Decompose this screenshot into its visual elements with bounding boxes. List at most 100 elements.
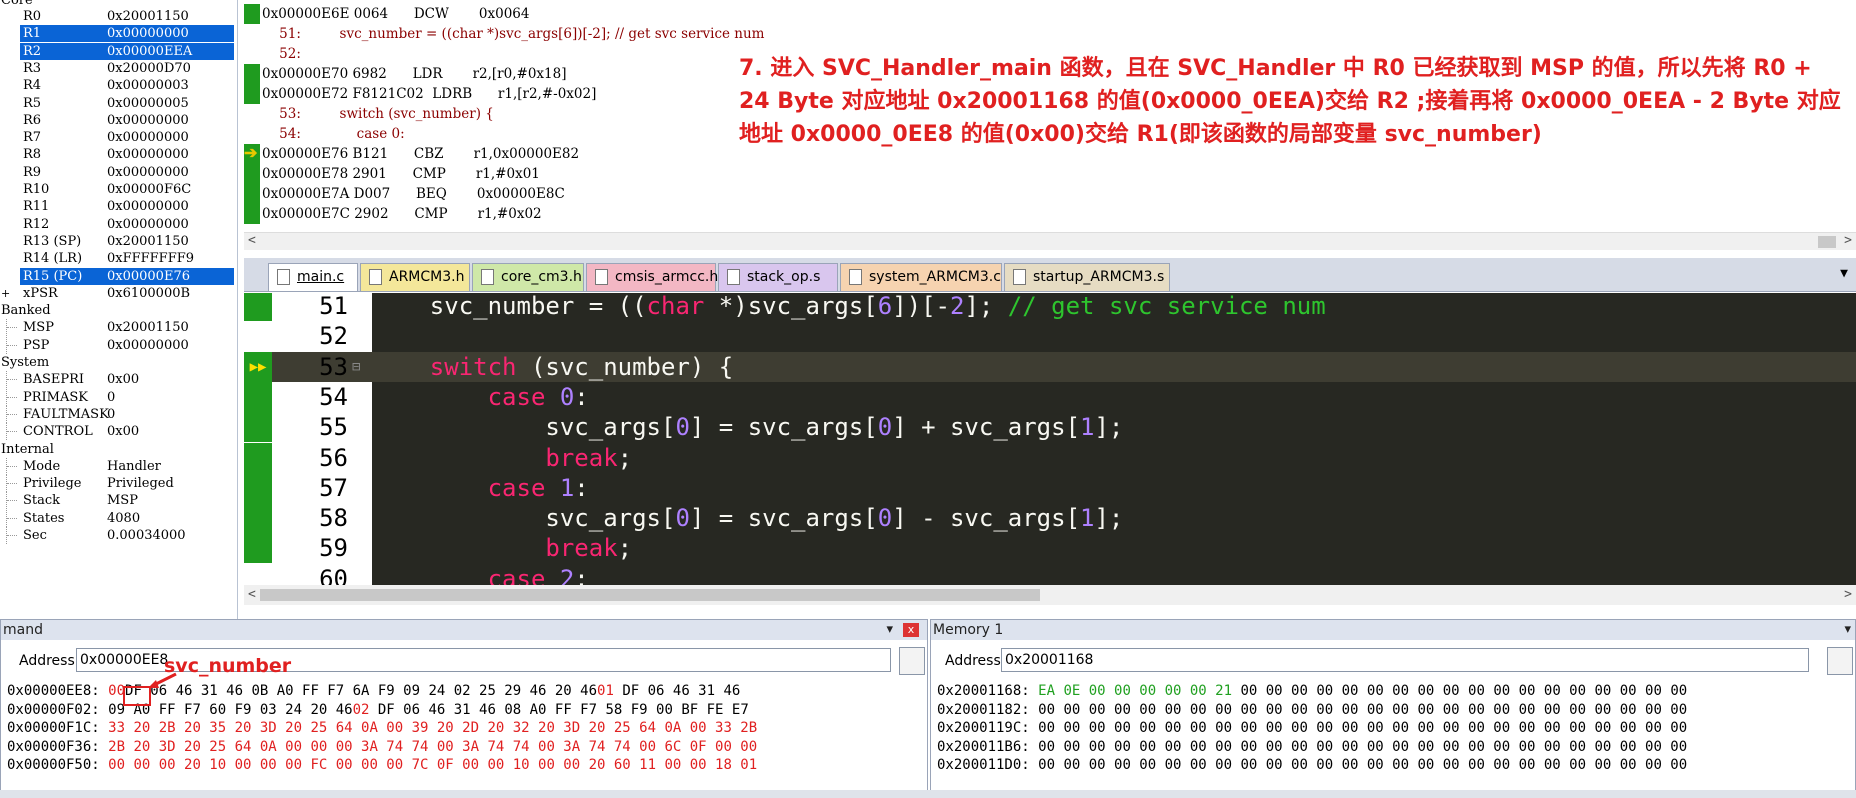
- tab-armcm3-h[interactable]: ARMCM3.h: [360, 263, 470, 291]
- editor-line[interactable]: 59 break;: [244, 533, 1856, 564]
- register-value[interactable]: Privileged: [107, 475, 174, 492]
- register-row[interactable]: R5 0x00000005: [0, 95, 236, 112]
- disassembly-line[interactable]: 0x00000E70 6982 LDR r2,[r0,#0x18]: [262, 64, 566, 84]
- memory-row[interactable]: 0x20001168: EA 0E 00 00 00 00 00 21 00 0…: [937, 682, 1687, 700]
- scroll-right-icon[interactable]: >: [1844, 233, 1852, 248]
- register-row[interactable]: PSP 0x00000000: [0, 336, 236, 354]
- code-editor[interactable]: 51 svc_number = ((char *)svc_args[6])[-2…: [244, 293, 1856, 585]
- lock-icon[interactable]: [1827, 647, 1853, 675]
- disassembly-scrollbar[interactable]: < >: [244, 232, 1856, 250]
- register-value[interactable]: 0x20001150: [107, 319, 189, 336]
- tab-main-c[interactable]: main.c: [268, 263, 358, 291]
- register-value[interactable]: 0x20001150: [107, 233, 189, 250]
- register-value[interactable]: 0x00000000: [107, 198, 189, 215]
- scroll-left-icon[interactable]: <: [248, 587, 256, 602]
- register-row[interactable]: + xPSR 0x6100000B: [0, 285, 236, 302]
- register-value[interactable]: 0x00000000: [107, 129, 189, 146]
- register-value[interactable]: 0x00: [107, 371, 139, 388]
- memory-row[interactable]: 0x00000F36: 2B 20 3D 20 25 64 0A 00 00 0…: [7, 738, 757, 756]
- register-value[interactable]: 0x6100000B: [107, 285, 190, 302]
- register-row[interactable]: R3 0x20000D70: [0, 60, 236, 77]
- scroll-thumb[interactable]: [260, 589, 1040, 601]
- register-row[interactable]: BASEPRI 0x00: [0, 371, 236, 389]
- memory-row[interactable]: 0x00000F1C: 33 20 2B 20 35 20 3D 20 25 6…: [7, 719, 757, 737]
- register-group-header[interactable]: Internal: [0, 441, 236, 458]
- register-row[interactable]: Mode Handler: [0, 457, 236, 475]
- editor-line[interactable]: 58 svc_args[0] = svc_args[0] - svc_args[…: [244, 503, 1856, 534]
- memory-row[interactable]: 0x200011D0: 00 00 00 00 00 00 00 00 00 0…: [937, 756, 1687, 774]
- memory-row[interactable]: 0x2000119C: 00 00 00 00 00 00 00 00 00 0…: [937, 719, 1687, 737]
- register-row[interactable]: Privilege Privileged: [0, 475, 236, 493]
- memory-row[interactable]: 0x00000F02: 09 A0 FF F7 60 F9 03 24 20 4…: [7, 701, 749, 719]
- editor-scrollbar[interactable]: < >: [244, 585, 1856, 605]
- address-input[interactable]: 0x20001168: [1001, 648, 1809, 672]
- register-value[interactable]: 0x00000000: [104, 25, 234, 43]
- tab-system-armcm3-c[interactable]: system_ARMCM3.c: [840, 263, 1002, 291]
- pin-icon[interactable]: ▾: [1844, 620, 1851, 640]
- lock-icon[interactable]: [899, 647, 925, 675]
- disassembly-line[interactable]: 0x00000E76 B121 CBZ r1,0x00000E82: [262, 144, 579, 164]
- register-row[interactable]: R1 0x00000000: [0, 25, 236, 43]
- fold-icon[interactable]: ⊟: [352, 352, 360, 382]
- register-row[interactable]: FAULTMASK 0: [0, 405, 236, 423]
- register-row[interactable]: R4 0x00000003: [0, 77, 236, 94]
- editor-line[interactable]: ▶▶ ⊟ 53 switch (svc_number) {: [244, 351, 1856, 382]
- disassembly-line[interactable]: 0x00000E72 F8121C02 LDRB r1,[r2,#-0x02]: [262, 84, 596, 104]
- register-value[interactable]: 0xFFFFFFF9: [107, 250, 194, 267]
- register-row[interactable]: Stack MSP: [0, 492, 236, 510]
- register-value[interactable]: 0x00000000: [107, 146, 189, 163]
- register-value[interactable]: MSP: [107, 492, 138, 509]
- register-value[interactable]: 0x20000D70: [107, 60, 191, 77]
- register-row[interactable]: R14 (LR) 0xFFFFFFF9: [0, 250, 236, 267]
- editor-line[interactable]: 51 svc_number = ((char *)svc_args[6])[-2…: [244, 293, 1856, 321]
- disassembly-line[interactable]: 0x00000E7C 2902 CMP r1,#0x02: [262, 204, 542, 224]
- register-value[interactable]: 0x00: [107, 423, 139, 440]
- register-value[interactable]: 0x00000000: [107, 337, 189, 354]
- register-value[interactable]: 0x00000EEA: [104, 42, 234, 60]
- register-value[interactable]: Handler: [107, 458, 161, 475]
- register-row[interactable]: R9 0x00000000: [0, 164, 236, 181]
- register-value[interactable]: 0x00000000: [107, 216, 189, 233]
- register-row[interactable]: PRIMASK 0: [0, 388, 236, 406]
- close-icon[interactable]: x: [903, 623, 919, 637]
- disassembly-line[interactable]: 0x00000E78 2901 CMP r1,#0x01: [262, 164, 540, 184]
- register-value[interactable]: 0.00034000: [107, 527, 186, 544]
- memory-row[interactable]: 0x00000F50: 00 00 00 20 10 00 00 00 FC 0…: [7, 756, 757, 774]
- scroll-thumb[interactable]: [1818, 236, 1836, 248]
- memory-row[interactable]: 0x00000EE8: 00DF 06 46 31 46 0B A0 FF F7…: [7, 682, 740, 700]
- register-row[interactable]: R6 0x00000000: [0, 112, 236, 129]
- tab-core-cm3-h[interactable]: core_cm3.h: [472, 263, 584, 291]
- memory-row[interactable]: 0x200011B6: 00 00 00 00 00 00 00 00 00 0…: [937, 738, 1687, 756]
- register-row[interactable]: States 4080: [0, 509, 236, 527]
- register-value[interactable]: 0x00000000: [107, 164, 189, 181]
- editor-line[interactable]: 54 case 0:: [244, 381, 1856, 412]
- tab-dropdown-icon[interactable]: ▼: [1840, 266, 1848, 281]
- scroll-right-icon[interactable]: >: [1844, 587, 1852, 602]
- register-value[interactable]: 4080: [107, 510, 140, 527]
- disassembly-line[interactable]: 53: switch (svc_number) {: [262, 104, 494, 124]
- register-row[interactable]: R10 0x00000F6C: [0, 181, 236, 198]
- register-value[interactable]: 0x20001150: [107, 8, 189, 25]
- register-row[interactable]: R7 0x00000000: [0, 129, 236, 146]
- register-value[interactable]: 0: [107, 389, 115, 406]
- tab-startup-armcm3-s[interactable]: startup_ARMCM3.s: [1004, 263, 1170, 291]
- scroll-left-icon[interactable]: <: [248, 233, 256, 248]
- register-group-header[interactable]: Banked: [0, 302, 236, 319]
- register-value[interactable]: 0x00000F6C: [107, 181, 191, 198]
- register-value[interactable]: 0x00000005: [107, 95, 189, 112]
- tab-stack-op-s[interactable]: stack_op.s: [718, 263, 838, 291]
- disassembly-line[interactable]: 51: svc_number = ((char *)svc_args[6])[-…: [262, 24, 764, 44]
- editor-line[interactable]: 52: [244, 321, 1856, 351]
- register-row[interactable]: Sec 0.00034000: [0, 527, 236, 544]
- register-row[interactable]: R13 (SP) 0x20001150: [0, 233, 236, 250]
- memory-row[interactable]: 0x20001182: 00 00 00 00 00 00 00 00 00 0…: [937, 701, 1687, 719]
- expand-icon[interactable]: +: [1, 285, 10, 302]
- register-row[interactable]: R8 0x00000000: [0, 146, 236, 163]
- register-row[interactable]: R12 0x00000000: [0, 216, 236, 233]
- disassembly-line[interactable]: 52:: [262, 44, 301, 64]
- register-value[interactable]: 0x00000003: [107, 77, 189, 94]
- register-value[interactable]: 0x00000000: [107, 112, 189, 129]
- register-row[interactable]: R0 0x20001150: [0, 8, 236, 25]
- pin-icon[interactable]: ▾: [886, 620, 893, 640]
- register-row[interactable]: MSP 0x20001150: [0, 319, 236, 337]
